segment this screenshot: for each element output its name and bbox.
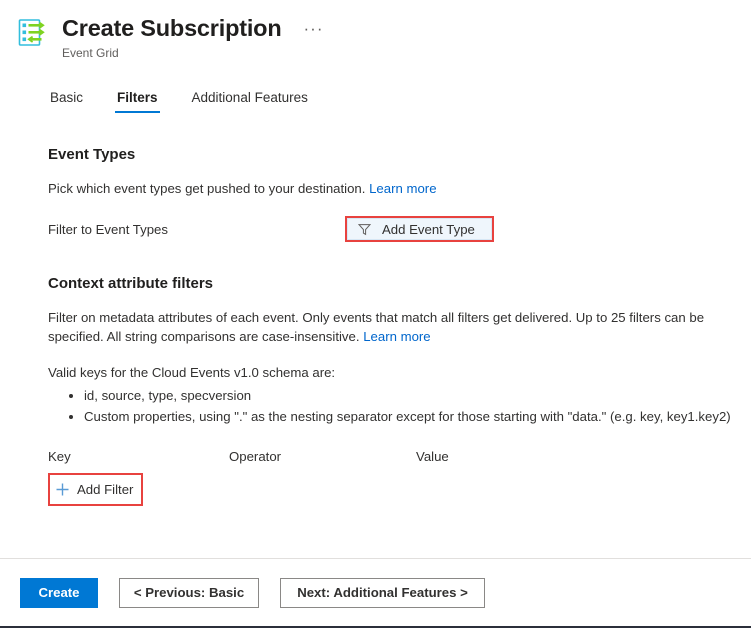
more-options-icon[interactable]: ··· — [300, 20, 328, 43]
title-block: Create Subscription ··· Event Grid — [62, 13, 327, 61]
page-title: Create Subscription — [62, 15, 282, 41]
previous-basic-button[interactable]: < Previous: Basic — [119, 577, 259, 608]
plus-icon — [55, 482, 70, 497]
event-types-heading: Event Types — [48, 146, 136, 163]
list-item: Custom properties, using "." as the nest… — [84, 407, 735, 426]
filter-to-event-types-label: Filter to Event Types — [48, 221, 168, 237]
next-additional-features-button[interactable]: Next: Additional Features > — [280, 577, 485, 608]
funnel-icon — [357, 223, 372, 236]
add-filter-highlight: Add Filter — [48, 473, 144, 506]
list-item: id, source, type, specversion — [84, 386, 735, 405]
context-filters-description: Filter on metadata attributes of each ev… — [48, 308, 708, 346]
event-types-description-text: Pick which event types get pushed to you… — [48, 181, 366, 196]
tab-bar: Basic Filters Additional Features — [48, 86, 751, 113]
page-subtitle: Event Grid — [62, 46, 119, 60]
event-types-description: Pick which event types get pushed to you… — [48, 179, 708, 198]
event-types-learn-more-link[interactable]: Learn more — [369, 181, 436, 196]
column-header-key: Key — [48, 449, 71, 464]
context-filters-learn-more-link[interactable]: Learn more — [363, 329, 430, 344]
page-header: Create Subscription ··· Event Grid — [0, 0, 751, 72]
footer-bar: Create < Previous: Basic Next: Additiona… — [0, 558, 751, 626]
main-content: Event Types Pick which event types get p… — [0, 145, 751, 506]
add-event-type-highlight: Add Event Type — [345, 216, 494, 242]
add-event-type-label: Add Event Type — [382, 221, 475, 237]
column-header-value: Value — [416, 449, 449, 464]
tab-filters[interactable]: Filters — [115, 86, 160, 113]
valid-keys-intro: Valid keys for the Cloud Events v1.0 sch… — [48, 365, 336, 380]
valid-keys-list: id, source, type, specversion Custom pro… — [48, 386, 735, 426]
column-header-operator: Operator — [229, 449, 282, 464]
create-button[interactable]: Create — [20, 577, 98, 608]
filter-to-event-types-row: Filter to Event Types Add Event Type — [48, 216, 735, 242]
context-filters-heading: Context attribute filters — [48, 275, 214, 292]
tab-basic[interactable]: Basic — [48, 86, 85, 113]
event-grid-icon — [16, 16, 50, 50]
filter-table-header: Key Operator Value — [48, 449, 735, 464]
tab-additional-features[interactable]: Additional Features — [190, 86, 310, 113]
add-event-type-button[interactable]: Add Event Type — [347, 218, 492, 240]
add-filter-button[interactable]: Add Filter — [50, 475, 142, 504]
add-filter-row: Add Filter — [48, 473, 735, 506]
add-filter-label: Add Filter — [77, 482, 134, 497]
